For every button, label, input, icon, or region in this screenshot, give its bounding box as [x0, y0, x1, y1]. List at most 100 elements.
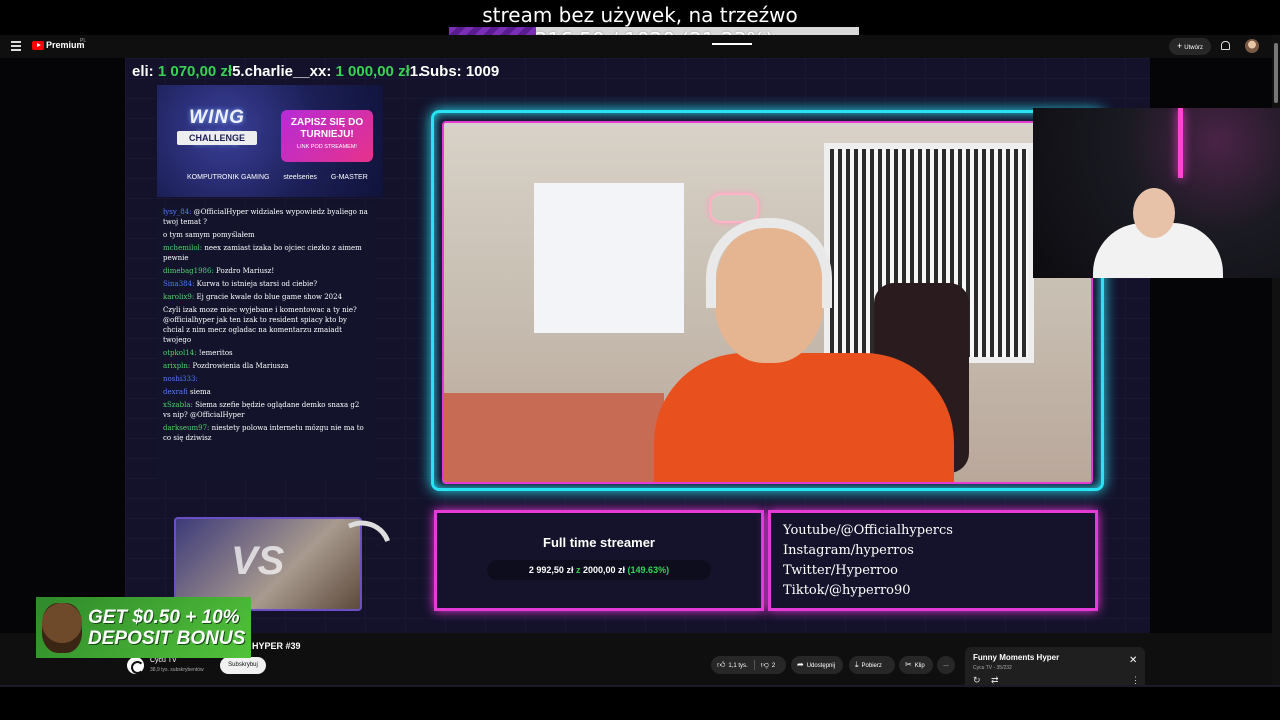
chat-text: Kurwa to istnieja starsi od ciebie?	[196, 280, 318, 288]
scrollbar-thumb[interactable]	[1274, 43, 1278, 103]
cam-person-head	[1133, 188, 1175, 238]
headset-icon	[706, 218, 832, 308]
share-label: Udostępnij	[806, 663, 836, 669]
clip-button[interactable]: ✂ Klip	[899, 656, 933, 674]
chat-message: Czyli izak moze miec wyjebane i komentow…	[163, 305, 369, 345]
share-button[interactable]: ➦ Udostępnij	[791, 656, 843, 674]
channel-name[interactable]: Cycu TV	[150, 657, 177, 664]
socials-panel: Youtube/@Officialhypercs Instagram/hyper…	[768, 510, 1098, 611]
chat-text: siema	[190, 388, 211, 396]
casino-subline: DEPOSIT BONUS	[88, 628, 246, 649]
chat-username: Sina384:	[163, 280, 195, 288]
avatar[interactable]	[1245, 39, 1259, 53]
youtube-logo-icon[interactable]	[32, 41, 44, 50]
chat-username: mchemilol:	[163, 244, 203, 252]
chat-text: Siema szefie będzie oglądane demko snaxa…	[163, 401, 360, 419]
sponsor-logo: steelseries	[283, 174, 317, 181]
chat-username: karolix9:	[163, 293, 195, 301]
social-tiktok: Tiktok/@hyperro90	[783, 583, 911, 598]
clip-label: Klip	[914, 663, 925, 669]
room-bed	[444, 393, 664, 482]
playlist-title[interactable]: Funny Moments Hyper	[973, 653, 1059, 662]
chat-username: darkseum97:	[163, 424, 210, 432]
chat-message: noshi333:	[163, 374, 369, 384]
download-label: Pobierz	[861, 663, 882, 669]
wingman-ad: WING MAN CHALLENGE ZAPISZ SIĘ DO TURNIEJ…	[157, 85, 383, 197]
donor-amount: 1 000,00 zł	[335, 63, 410, 80]
thumbs-up-icon: 👍︎	[717, 660, 726, 669]
panel-goal: 2 992,50 zł z 2000,00 zł (149.63%)	[487, 560, 711, 580]
ad-cta-subtext: LINK POD STREAMEM!	[297, 144, 357, 150]
goal-target: 2000,00 zł	[582, 565, 626, 575]
donation-ticker: eli: 1 070,00 zł5.charlie__xx: 1 000,00 …	[132, 63, 422, 83]
casino-ad[interactable]: GET $0.50 + 10% DEPOSIT BONUS	[36, 597, 251, 658]
donor-amount: 1 070,00 zł	[157, 63, 233, 80]
ad-sponsors: KOMPUTRONIK GAMING steelseries G-MASTER	[187, 174, 380, 181]
social-instagram: Instagram/hyperros	[783, 543, 914, 558]
channel-avatar[interactable]	[127, 657, 144, 674]
youtube-brand[interactable]: Premium	[46, 40, 85, 50]
create-label: Utwórz	[1184, 45, 1203, 51]
secondary-webcam	[1033, 108, 1280, 278]
subs-counter: Subs: 1009	[420, 63, 500, 80]
bell-icon[interactable]	[1221, 41, 1230, 50]
chat-message: xSzabla: Siema szefie będzie oglądane de…	[163, 400, 369, 420]
vs-label: VS	[231, 539, 285, 583]
chat-message: darkseum97: niestety polowa internetu mó…	[163, 423, 369, 443]
create-button[interactable]: + Utwórz	[1169, 38, 1211, 55]
chat-username: arixpln:	[163, 362, 191, 370]
webcam-feed	[442, 121, 1093, 484]
ad-cta: ZAPISZ SIĘ DO TURNIEJU! LINK POD STREAME…	[281, 110, 373, 162]
social-twitter: Twitter/Hyperroo	[783, 563, 899, 578]
monkey-mascot-icon	[42, 603, 82, 653]
chat-username: dexrafi	[163, 388, 188, 396]
scissors-icon: ✂	[905, 660, 912, 669]
stream-banner: stream bez używek, na trzeźwo	[482, 3, 798, 27]
like-button[interactable]: 👍︎ 1,1 tys.	[717, 660, 748, 669]
socials-list: Youtube/@Officialhypercs Instagram/hyper…	[783, 521, 953, 601]
chat-text: @OfficialHyper widziales wypowiedz byali…	[163, 208, 368, 226]
room-window	[534, 183, 684, 333]
share-icon: ➦	[797, 660, 804, 669]
chat-username: noshi333:	[163, 375, 198, 383]
casino-headline: GET $0.50 + 10%	[88, 607, 240, 628]
playlist-subtitle: Cycu TV - 35/232	[973, 665, 1012, 671]
channel-subscribers: 38,9 tys. subskrybentów	[150, 667, 204, 673]
panel-title: Full time streamer	[543, 535, 655, 550]
chat-text: !emeritos	[198, 349, 233, 357]
menu-icon[interactable]	[11, 41, 21, 51]
like-dislike-group: 👍︎ 1,1 tys. 👎︎ 2	[711, 656, 786, 674]
social-youtube: Youtube/@Officialhypercs	[783, 523, 953, 538]
donor-name: 5.charlie__xx:	[232, 63, 332, 80]
plus-icon: +	[1177, 41, 1183, 51]
dislike-button[interactable]: 👎︎ 2	[760, 660, 776, 669]
close-icon[interactable]: ✕	[1129, 655, 1137, 666]
chat-username: łysy_84:	[163, 208, 192, 216]
chat-text: o tym samym pomyślałem	[163, 231, 255, 239]
download-button[interactable]: ⤓ Pobierz	[849, 656, 895, 674]
page-bottom	[0, 685, 1280, 720]
more-actions-button[interactable]: …	[937, 656, 955, 674]
dislike-count: 2	[771, 663, 776, 669]
chat-username: xSzabla:	[163, 401, 193, 409]
goal-sep: z	[575, 565, 581, 575]
like-count: 1,1 tys.	[728, 663, 748, 669]
country-code: PL	[80, 38, 87, 44]
download-icon: ⤓	[855, 660, 859, 669]
streamer-goal-panel: Full time streamer 2 992,50 zł z 2000,00…	[434, 510, 764, 611]
led-light	[1178, 108, 1183, 178]
playlist-panel: Funny Moments Hyper Cycu TV - 35/232 ✕ ↻…	[965, 647, 1145, 687]
donor-name: eli:	[132, 63, 154, 80]
stream-chat: łysy_84: @OfficialHyper widziales wypowi…	[157, 205, 375, 480]
neon-sign	[709, 193, 759, 223]
chat-message: dexrafi siema	[163, 387, 369, 397]
chat-message: mchemilol: neex zamiast izaka bo ojciec …	[163, 243, 369, 263]
chat-message: otpkol14: !emeritos	[163, 348, 369, 358]
goal-pct: (149.63%)	[627, 565, 670, 575]
streamer-shirt	[654, 353, 954, 482]
subscribe-button[interactable]: Subskrybuj	[220, 657, 266, 674]
chat-message: łysy_84: @OfficialHyper widziales wypowi…	[163, 207, 369, 227]
thumbs-down-icon: 👎︎	[760, 660, 769, 669]
chat-message: arixpln: Pozdrowienia dla Mariusza	[163, 361, 369, 371]
youtube-header: Premium PL + Utwórz	[0, 35, 1272, 58]
